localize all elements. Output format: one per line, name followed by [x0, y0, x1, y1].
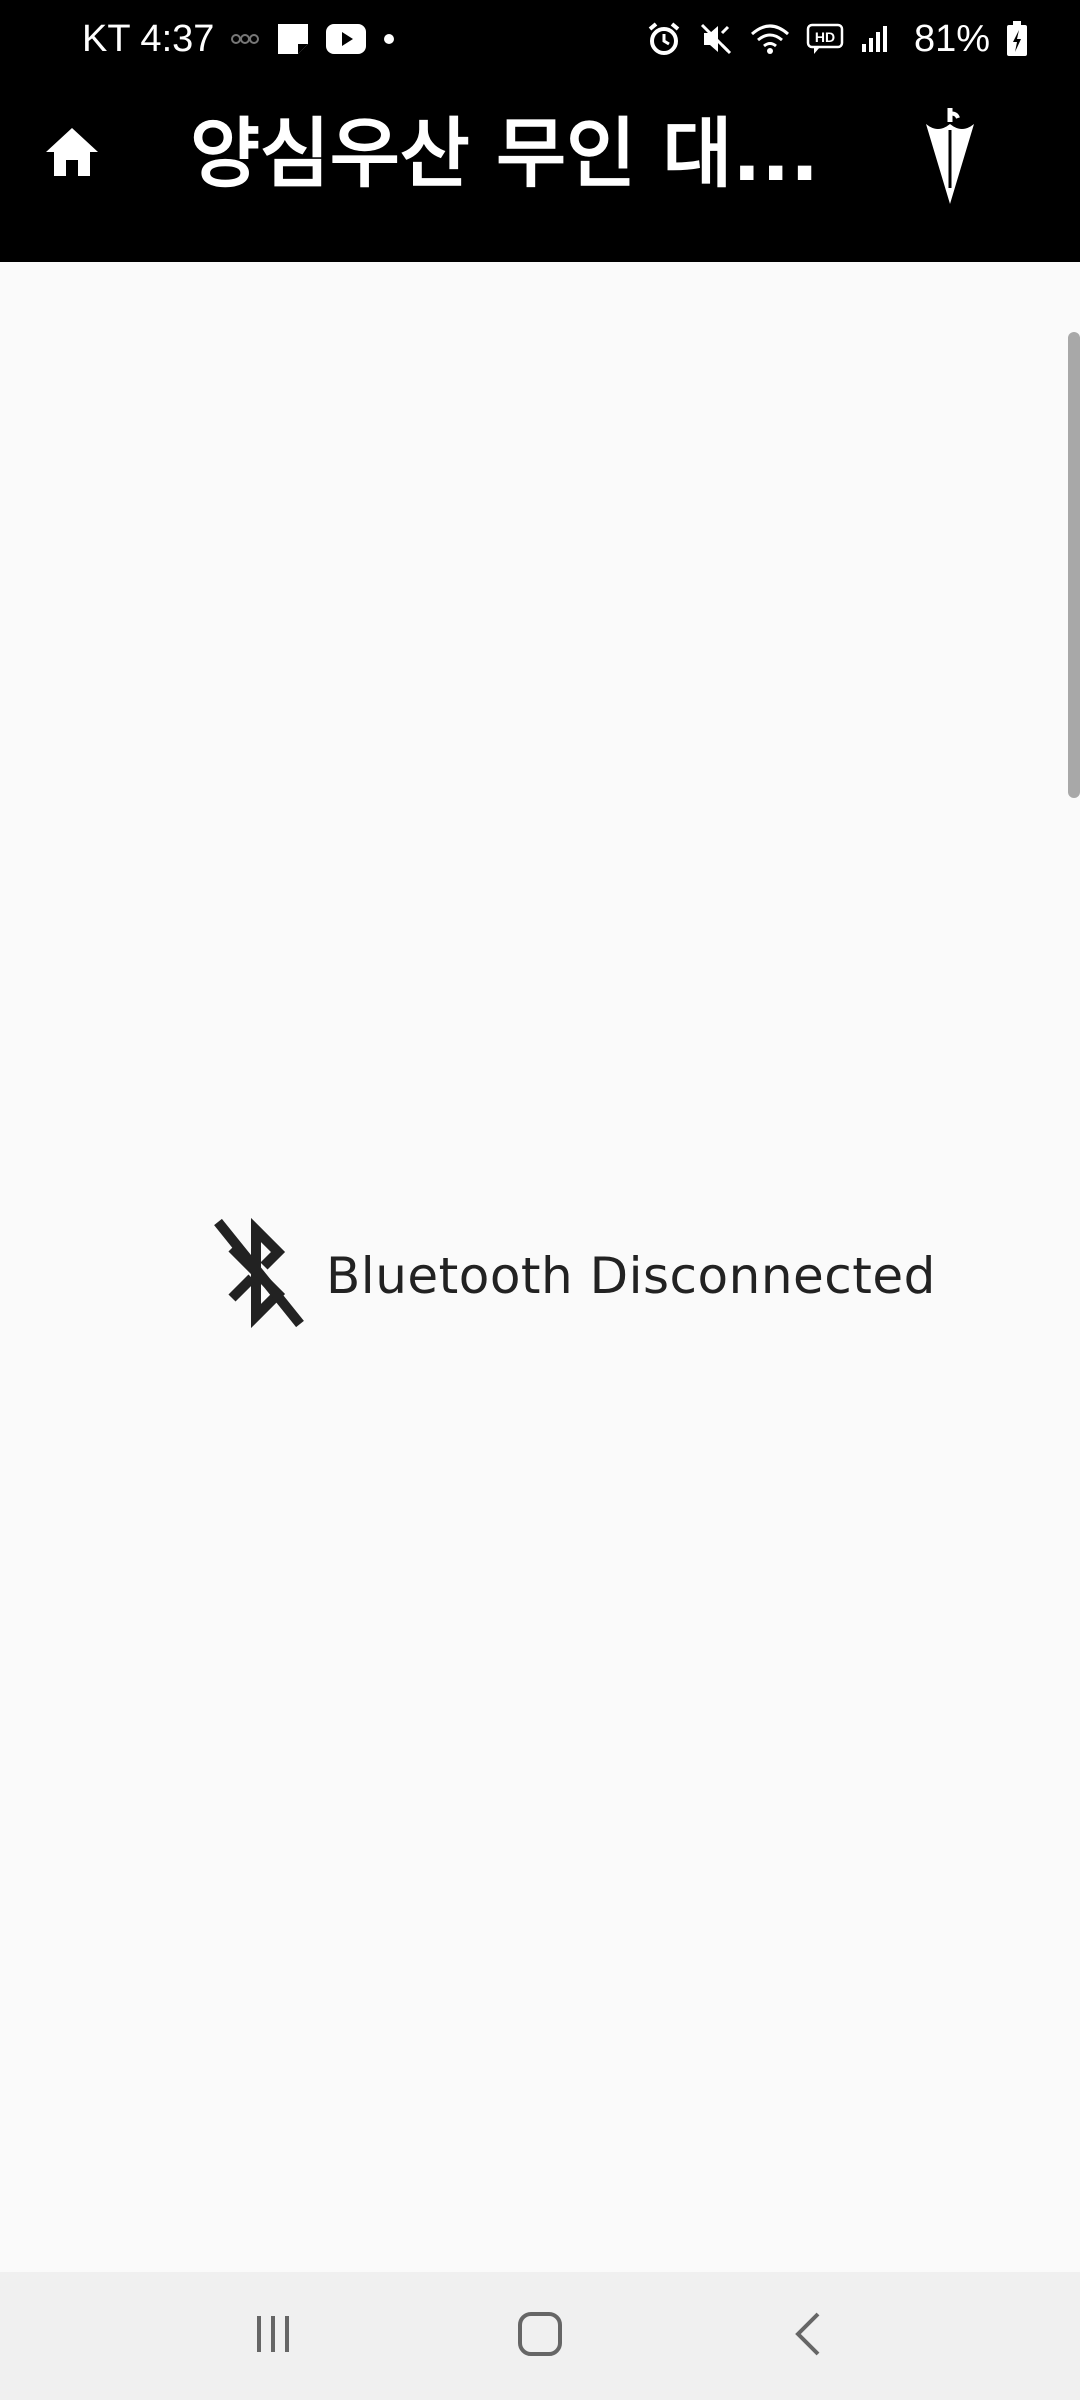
recent-apps-button[interactable] — [228, 2291, 318, 2381]
status-left: KT 4:37 — [82, 18, 396, 61]
alarm-icon — [646, 21, 682, 57]
bluetooth-status: Bluetooth Disconnected — [212, 1217, 936, 1333]
status-right: HD 81% — [646, 18, 1028, 61]
carrier-time: KT 4:37 — [82, 17, 215, 60]
system-nav-bar — [0, 2272, 1080, 2400]
youtube-icon — [326, 24, 367, 54]
bluetooth-disabled-icon — [212, 1217, 304, 1333]
back-icon — [792, 2311, 822, 2362]
recent-apps-icon — [253, 2314, 293, 2359]
home-nav-icon — [517, 2311, 563, 2362]
status-bar: KT 4:37 HD 81% — [0, 0, 1080, 78]
back-button[interactable] — [762, 2291, 852, 2381]
svg-text:HD: HD — [815, 29, 835, 45]
scrollbar[interactable] — [1068, 332, 1080, 798]
home-icon — [44, 126, 100, 183]
wifi-icon — [750, 22, 790, 56]
app-bar: 양심우산 무인 대... — [0, 78, 1080, 262]
mute-icon — [698, 21, 734, 57]
main-content: Bluetooth Disconnected — [0, 262, 1080, 2272]
hd-voice-icon: HD — [806, 23, 844, 55]
umbrella-button[interactable] — [910, 98, 990, 222]
dot-icon — [382, 32, 396, 46]
umbrella-icon — [922, 107, 978, 213]
home-nav-button[interactable] — [495, 2291, 585, 2381]
battery-charging-icon — [1006, 21, 1028, 57]
app-title: 양심우산 무인 대... — [190, 109, 819, 198]
home-button[interactable] — [36, 118, 108, 190]
note-icon — [276, 22, 310, 56]
call-record-icon — [230, 29, 260, 49]
bluetooth-status-text: Bluetooth Disconnected — [326, 1246, 936, 1305]
signal-icon — [860, 24, 890, 54]
battery-percent: 81% — [913, 17, 990, 60]
